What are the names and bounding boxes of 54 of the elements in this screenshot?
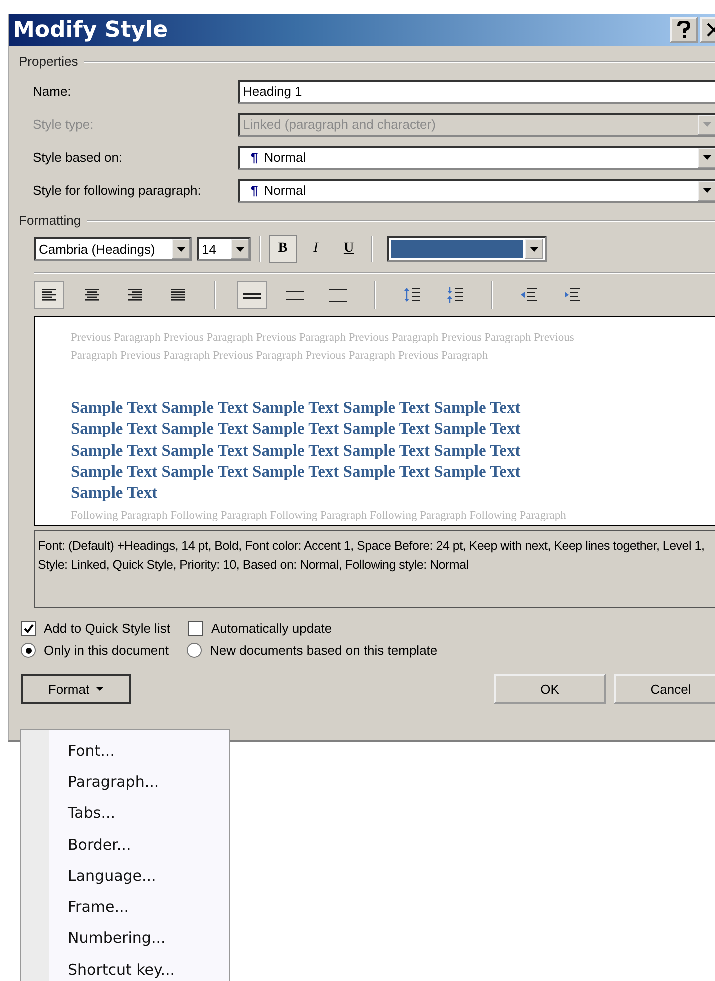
window-title: Modify Style (13, 18, 168, 42)
font-size-dropdown[interactable]: 14 (197, 237, 251, 261)
line-spacing-icon (286, 288, 304, 302)
style-description-text: Font: (Default) +Headings, 14 pt, Bold, Font color: Accent 1, Space Before: 24 pt, Keep with next, Keep lines together, Level 1, Style: Linked, Quick Style, Priority: 10, Based on: Normal, Following style: Normal (38, 539, 705, 572)
align-icon (128, 288, 142, 302)
spacing-arrows-icon (447, 287, 463, 303)
radio-button[interactable] (21, 643, 36, 658)
style-dropdown[interactable]: ¶ Normal (238, 178, 715, 202)
line-spacing-button[interactable] (237, 281, 267, 309)
menu-item[interactable]: Font... (49, 735, 176, 766)
menu-item[interactable]: Paragraph... (49, 766, 176, 798)
field-label: Style based on: (33, 150, 124, 165)
font-dropdown[interactable]: Cambria (Headings) (34, 237, 192, 261)
menu-item[interactable]: Frame... (49, 891, 176, 923)
menu-item[interactable]: Numbering... (49, 922, 176, 954)
align-button[interactable] (34, 281, 64, 309)
format-menu-button[interactable]: Format (21, 674, 131, 704)
help-button[interactable] (670, 17, 698, 43)
checkbox[interactable] (188, 621, 204, 636)
menu-item[interactable]: Border... (49, 828, 176, 860)
align-icon (171, 288, 185, 302)
menu-item[interactable]: Language... (49, 860, 176, 892)
font-style-button[interactable]: B (269, 235, 297, 263)
radio-button[interactable] (187, 643, 202, 658)
menu-item[interactable]: Shortcut key... (49, 954, 176, 981)
menu-item[interactable]: Tabs... (49, 798, 176, 829)
section-heading: Formatting (19, 213, 82, 228)
font-color-dropdown[interactable] (387, 236, 547, 262)
font-style-button[interactable]: I (302, 235, 330, 263)
sample-text: Sample Text Sample Text Sample Text Sample Text Sample Text Sample Text Sample Text Sample Text Sample Text Sample Text Sample Text Sample Text Sample Text Sample Text Sample Text Sample Text Sample Text Sample Text Sample Text Sample Text Sample Text (71, 397, 522, 504)
previous-paragraph-text: Previous Paragraph Previous Paragraph Previous Paragraph Previous Paragraph Previous Paragraph Previous Paragraph Previous Paragraph Previous Paragraph Previous Paragraph Previous Paragraph (71, 331, 576, 364)
align-icon (42, 288, 56, 302)
indent-icon (521, 288, 537, 302)
cancel-button[interactable]: Cancel (614, 674, 715, 704)
indent-icon (564, 288, 580, 302)
style-dropdown[interactable]: ¶ Normal (238, 146, 715, 170)
help-icon (677, 21, 691, 39)
field-label: Style type: (33, 117, 95, 132)
section-heading: Properties (19, 54, 78, 69)
checkbox-label: Add to Quick Style list (44, 621, 170, 636)
ok-button[interactable]: OK (494, 674, 606, 704)
align-icon (85, 288, 99, 302)
field-label: Name: (33, 84, 72, 99)
radio-label: New documents based on this template (210, 643, 438, 658)
radio-label: Only in this document (44, 643, 170, 658)
name-field[interactable]: Heading 1 (238, 80, 715, 104)
checkbox[interactable] (21, 621, 36, 636)
line-spacing-icon (329, 288, 347, 302)
caret-icon (96, 687, 104, 691)
checkbox-label: Automatically update (211, 621, 332, 636)
font-style-button[interactable]: U (335, 235, 363, 263)
spacing-arrows-icon (404, 287, 420, 303)
following-paragraph-text: Following Paragraph Following Paragraph Following Paragraph Following Paragraph Following Paragraph (71, 509, 568, 524)
field-label: Style for following paragraph: (33, 183, 202, 198)
